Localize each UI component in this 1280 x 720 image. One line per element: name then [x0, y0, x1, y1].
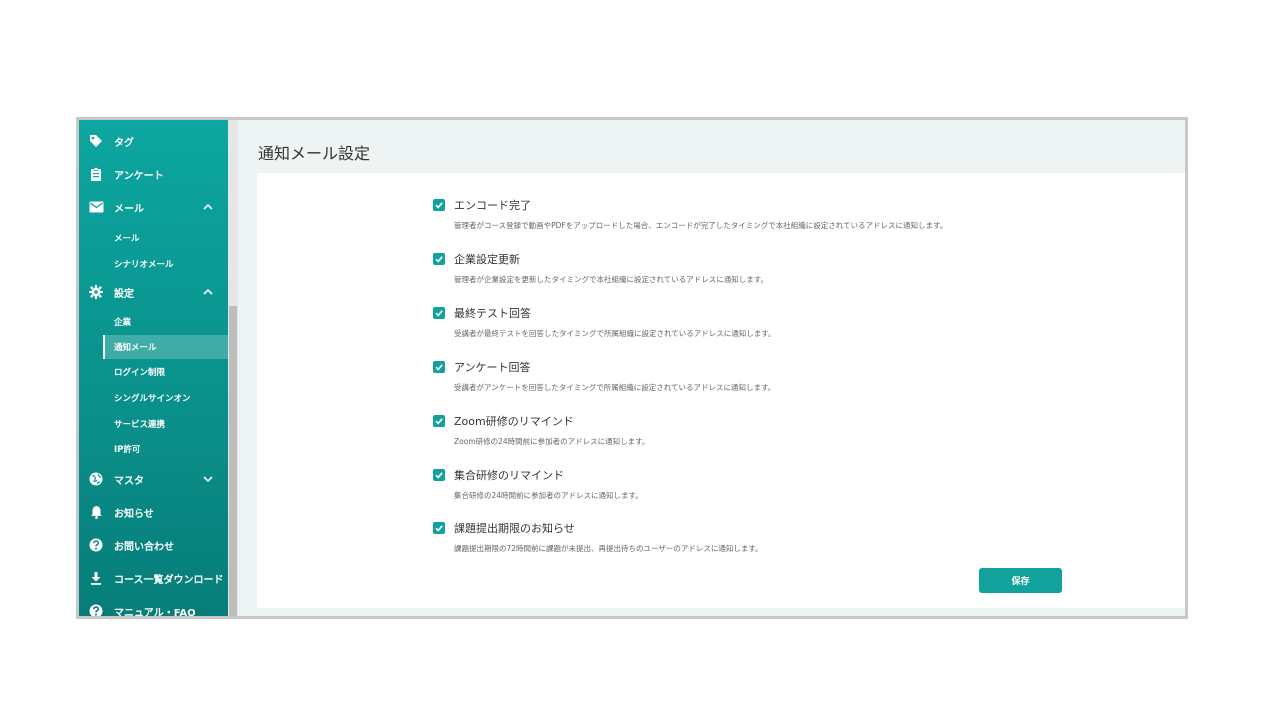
- chevron-down-icon[interactable]: [202, 473, 214, 485]
- checkbox[interactable]: [433, 199, 445, 211]
- sidebar-subitem-company[interactable]: 企業: [103, 310, 228, 334]
- save-button[interactable]: 保存: [979, 568, 1062, 593]
- download-icon: [88, 570, 104, 586]
- sidebar-item-mail[interactable]: メール: [79, 194, 228, 220]
- setting-description: 受講者が最終テストを回答したタイミングで所属組織に設定されているアドレスに通知し…: [454, 329, 776, 338]
- setting-title: 企業設定更新: [454, 253, 520, 266]
- sidebar-item-settings[interactable]: 設定: [79, 279, 228, 305]
- checkbox[interactable]: [433, 307, 445, 319]
- checkbox[interactable]: [433, 361, 445, 373]
- sidebar-item-label: お問い合わせ: [114, 541, 174, 553]
- sidebar-subitem-label: シナリオメール: [114, 260, 174, 270]
- setting-description: 課題提出期限の72時間前に課題が未提出、再提出待ちのユーザーのアドレスに通知しま…: [454, 544, 763, 553]
- checkbox[interactable]: [433, 415, 445, 427]
- setting-title: Zoom研修のリマインド: [454, 415, 574, 428]
- settings-card: エンコード完了 管理者がコース登録で動画やPDFをアップロードした場合、エンコー…: [257, 173, 1185, 608]
- setting-final-test-answer: 最終テスト回答 受講者が最終テストを回答したタイミングで所属組織に設定されている…: [433, 305, 1073, 339]
- sidebar-subitem-sso[interactable]: シングルサインオン: [103, 386, 228, 410]
- sidebar-subitem-label: シングルサインオン: [114, 394, 191, 404]
- tag-icon: [88, 133, 104, 149]
- check-icon: [435, 418, 443, 425]
- check-icon: [435, 202, 443, 209]
- setting-description: 管理者がコース登録で動画やPDFをアップロードした場合、エンコードが完了したタイ…: [454, 221, 948, 230]
- setting-company-update: 企業設定更新 管理者が企業設定を更新したタイミングで本社組織に設定されているアド…: [433, 251, 1073, 285]
- sidebar-item-label: タグ: [114, 137, 134, 149]
- sidebar-item-course-download[interactable]: コース一覧ダウンロード: [79, 565, 228, 591]
- sidebar-item-notice[interactable]: お知らせ: [79, 499, 228, 525]
- sidebar-item-contact[interactable]: お問い合わせ: [79, 532, 228, 558]
- check-icon: [435, 364, 443, 371]
- setting-title: 課題提出期限のお知らせ: [454, 522, 575, 535]
- setting-group-training-reminder: 集合研修のリマインド 集合研修の24時間前に参加者のアドレスに通知します。: [433, 467, 1073, 501]
- help-icon: [88, 537, 104, 553]
- globe-icon: [88, 471, 104, 487]
- setting-title: 最終テスト回答: [454, 307, 531, 320]
- setting-encode-complete: エンコード完了 管理者がコース登録で動画やPDFをアップロードした場合、エンコー…: [433, 197, 1073, 231]
- main-content: 通知メール設定 エンコード完了 管理者がコース登録で動画やPDFをアップロードし…: [238, 120, 1185, 616]
- setting-title: 集合研修のリマインド: [454, 469, 564, 482]
- check-icon: [435, 525, 443, 532]
- check-icon: [435, 472, 443, 479]
- sidebar-subitem-scenario-mail[interactable]: シナリオメール: [103, 252, 228, 276]
- sidebar-item-label: マニュアル・FAQ: [114, 607, 196, 617]
- sidebar-item-label: アンケート: [114, 170, 164, 182]
- sidebar: タグ アンケート メール メール シナリオメール 設定 企業 通知メール ログイ…: [79, 120, 228, 616]
- sidebar-subitem-label: IP許可: [114, 445, 141, 455]
- sidebar-item-label: コース一覧ダウンロード: [114, 574, 224, 586]
- page-title: 通知メール設定: [258, 144, 371, 163]
- chevron-up-icon[interactable]: [202, 201, 214, 213]
- sidebar-item-master[interactable]: マスタ: [79, 466, 228, 492]
- checkbox[interactable]: [433, 253, 445, 265]
- sidebar-subitem-notification-mail[interactable]: 通知メール: [103, 335, 228, 359]
- sidebar-subitem-label: サービス連携: [114, 420, 166, 430]
- sidebar-item-manual-faq[interactable]: マニュアル・FAQ: [79, 598, 228, 616]
- mail-icon: [88, 199, 104, 215]
- check-icon: [435, 256, 443, 263]
- sidebar-subitem-label: 企業: [114, 318, 132, 328]
- sidebar-item-label: メール: [114, 203, 144, 215]
- setting-zoom-reminder: Zoom研修のリマインド Zoom研修の24時間前に参加者のアドレスに通知します…: [433, 413, 1073, 447]
- check-icon: [435, 310, 443, 317]
- sidebar-subitem-label: メール: [114, 234, 140, 244]
- help-icon: [88, 603, 104, 616]
- setting-description: 管理者が企業設定を更新したタイミングで本社組織に設定されているアドレスに通知しま…: [454, 275, 769, 284]
- sidebar-scrollbar[interactable]: [228, 120, 238, 616]
- app-window: タグ アンケート メール メール シナリオメール 設定 企業 通知メール ログイ…: [76, 117, 1188, 619]
- setting-survey-answer: アンケート回答 受講者がアンケートを回答したタイミングで所属組織に設定されている…: [433, 359, 1073, 393]
- checkbox[interactable]: [433, 522, 445, 534]
- sidebar-item-label: マスタ: [114, 475, 144, 487]
- setting-assignment-deadline: 課題提出期限のお知らせ 課題提出期限の72時間前に課題が未提出、再提出待ちのユー…: [433, 520, 1073, 554]
- sidebar-subitem-label: ログイン制限: [114, 368, 166, 378]
- clipboard-icon: [88, 166, 104, 182]
- setting-description: Zoom研修の24時間前に参加者のアドレスに通知します。: [454, 437, 650, 446]
- setting-title: アンケート回答: [454, 361, 531, 374]
- sidebar-subitem-login-restriction[interactable]: ログイン制限: [103, 360, 228, 384]
- bell-icon: [88, 504, 104, 520]
- checkbox[interactable]: [433, 469, 445, 481]
- setting-title: エンコード完了: [454, 199, 531, 212]
- sidebar-subitem-service-integration[interactable]: サービス連携: [103, 412, 228, 436]
- setting-description: 受講者がアンケートを回答したタイミングで所属組織に設定されているアドレスに通知し…: [454, 383, 776, 392]
- gear-icon: [88, 284, 104, 300]
- sidebar-item-label: 設定: [114, 288, 134, 300]
- sidebar-item-tag[interactable]: タグ: [79, 128, 228, 154]
- sidebar-subitem-mail[interactable]: メール: [103, 226, 228, 250]
- chevron-up-icon[interactable]: [202, 286, 214, 298]
- sidebar-item-label: お知らせ: [114, 508, 154, 520]
- sidebar-item-survey[interactable]: アンケート: [79, 161, 228, 187]
- sidebar-subitem-ip-allow[interactable]: IP許可: [103, 437, 228, 461]
- setting-description: 集合研修の24時間前に参加者のアドレスに通知します。: [454, 491, 643, 500]
- sidebar-subitem-label: 通知メール: [114, 343, 157, 353]
- scrollbar-thumb[interactable]: [229, 306, 237, 616]
